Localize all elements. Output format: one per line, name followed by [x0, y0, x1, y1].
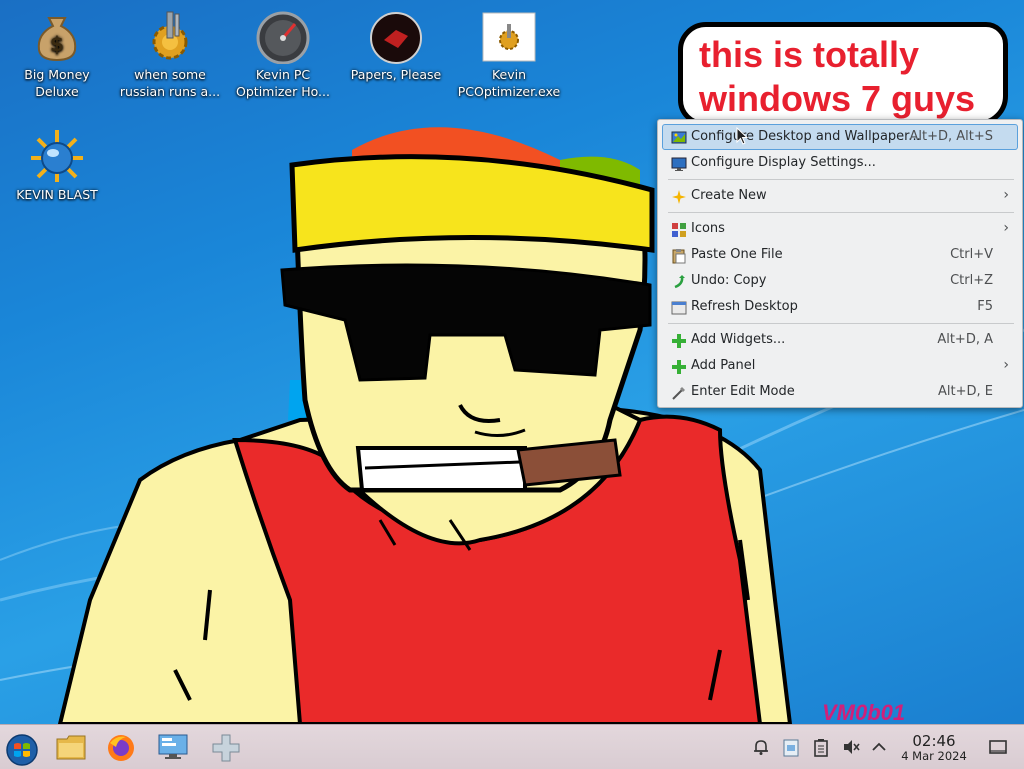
menu-item-label: Undo: Copy [691, 273, 767, 288]
globe-sun-icon [29, 128, 85, 184]
desktop[interactable]: $ Big Money Deluxe when some russian run… [0, 0, 1024, 724]
clock-time[interactable]: 02:46 [902, 732, 966, 750]
show-desktop-icon[interactable] [988, 737, 1008, 757]
menu-item-create-new[interactable]: Create New › [662, 183, 1018, 209]
taskbar-network-settings[interactable] [150, 728, 196, 766]
submenu-arrow-icon: › [1003, 220, 1009, 236]
speedometer-icon [255, 8, 311, 64]
menu-item-label: Create New [691, 188, 767, 203]
clipboard-icon[interactable] [781, 737, 801, 757]
wallpaper-signature: VM0b01 [822, 700, 906, 724]
menu-item-undo[interactable]: Undo: Copy Ctrl+Z [662, 268, 1018, 294]
desktop-context-menu: Configure Desktop and Wallpaper... Alt+D… [657, 119, 1023, 408]
money-bag-icon: $ [29, 8, 85, 64]
taskbar-gamepad[interactable] [203, 728, 249, 766]
desktop-icon-label: Big Money Deluxe [24, 67, 90, 99]
start-button[interactable] [0, 728, 44, 766]
svg-text:$: $ [50, 32, 64, 56]
menu-item-label: Configure Display Settings... [691, 155, 876, 170]
desktop-icon-label: when some russian runs a... [119, 67, 221, 99]
menu-separator [668, 212, 1014, 213]
menu-item-shortcut: Alt+D, E [938, 384, 993, 399]
icons-icon [672, 223, 686, 237]
desktop-icon-big-money-deluxe[interactable]: $ Big Money Deluxe [2, 0, 112, 100]
taskbar-firefox[interactable] [98, 728, 144, 766]
refresh-icon [671, 301, 687, 315]
menu-item-icons[interactable]: Icons › [662, 216, 1018, 242]
submenu-arrow-icon: › [1003, 357, 1009, 373]
add-panel-icon [672, 360, 686, 374]
clock-date[interactable]: 4 Mar 2024 [890, 749, 978, 763]
desktop-icon-label: Kevin PC Optimizer Ho... [236, 67, 330, 99]
network-settings-icon [158, 734, 188, 759]
paste-icon [672, 249, 686, 264]
gamepad-icon [212, 734, 240, 762]
volume-muted-icon[interactable] [841, 737, 861, 757]
mouse-cursor-icon [736, 127, 748, 145]
menu-item-add-widgets[interactable]: Add Widgets... Alt+D, A [662, 327, 1018, 353]
menu-item-label: Configure Desktop and Wallpaper... [691, 129, 921, 144]
desktop-icon-kevin-blast[interactable]: KEVIN BLAST [2, 120, 112, 203]
menu-separator [668, 179, 1014, 180]
display-icon [671, 157, 687, 171]
undo-icon [674, 275, 685, 289]
notifications-icon[interactable] [751, 737, 771, 757]
taskbar: 02:46 4 Mar 2024 [0, 724, 1024, 769]
speech-bubble: this is totally windows 7 guys [678, 22, 1008, 126]
add-widgets-icon [672, 334, 686, 348]
menu-item-shortcut: Ctrl+V [950, 247, 993, 262]
menu-separator [668, 323, 1014, 324]
battery-icon[interactable] [811, 737, 831, 757]
menu-item-refresh[interactable]: Refresh Desktop F5 [662, 294, 1018, 320]
desktop-icon-russian[interactable]: when some russian runs a... [115, 0, 225, 100]
cogs-icon [142, 8, 198, 64]
papers-please-icon [368, 8, 424, 64]
menu-item-enter-edit-mode[interactable]: Enter Edit Mode Alt+D, E [662, 379, 1018, 405]
exe-file-icon [481, 8, 537, 64]
submenu-arrow-icon: › [1003, 187, 1009, 203]
menu-item-label: Add Widgets... [691, 332, 786, 347]
desktop-icon-label: Papers, Please [350, 67, 442, 82]
edit-mode-icon [672, 387, 685, 400]
firefox-icon [108, 735, 134, 761]
menu-item-label: Refresh Desktop [691, 299, 798, 314]
menu-item-configure-display[interactable]: Configure Display Settings... [662, 150, 1018, 176]
create-new-icon [672, 190, 686, 204]
menu-item-label: Icons [691, 221, 725, 236]
configure-desktop-icon [671, 131, 687, 144]
menu-item-label: Paste One File [691, 247, 783, 262]
file-manager-icon [56, 735, 86, 760]
menu-item-shortcut: Ctrl+Z [950, 273, 993, 288]
taskbar-file-manager[interactable] [48, 728, 94, 766]
menu-item-paste[interactable]: Paste One File Ctrl+V [662, 242, 1018, 268]
desktop-icon-kevin-pc-optimizer[interactable]: Kevin PC Optimizer Ho... [228, 0, 338, 100]
menu-item-shortcut: Alt+D, A [937, 332, 993, 347]
menu-item-shortcut: Alt+D, Alt+S [909, 129, 993, 144]
menu-item-label: Enter Edit Mode [691, 384, 795, 399]
menu-item-add-panel[interactable]: Add Panel › [662, 353, 1018, 379]
menu-item-label: Add Panel [691, 358, 756, 373]
desktop-icon-kevin-pcoptimizer-exe[interactable]: Kevin PCOptimizer.exe [454, 0, 564, 100]
desktop-icon-label: Kevin PCOptimizer.exe [457, 67, 561, 99]
menu-item-shortcut: F5 [977, 299, 993, 314]
menu-item-configure-desktop[interactable]: Configure Desktop and Wallpaper... Alt+D… [662, 124, 1018, 150]
desktop-icon-label: KEVIN BLAST [16, 187, 98, 202]
speech-bubble-text: this is totally windows 7 guys [699, 34, 976, 119]
start-orb-icon [6, 734, 38, 766]
expand-tray-icon[interactable] [869, 737, 889, 757]
desktop-icon-papers-please[interactable]: Papers, Please [341, 0, 451, 83]
